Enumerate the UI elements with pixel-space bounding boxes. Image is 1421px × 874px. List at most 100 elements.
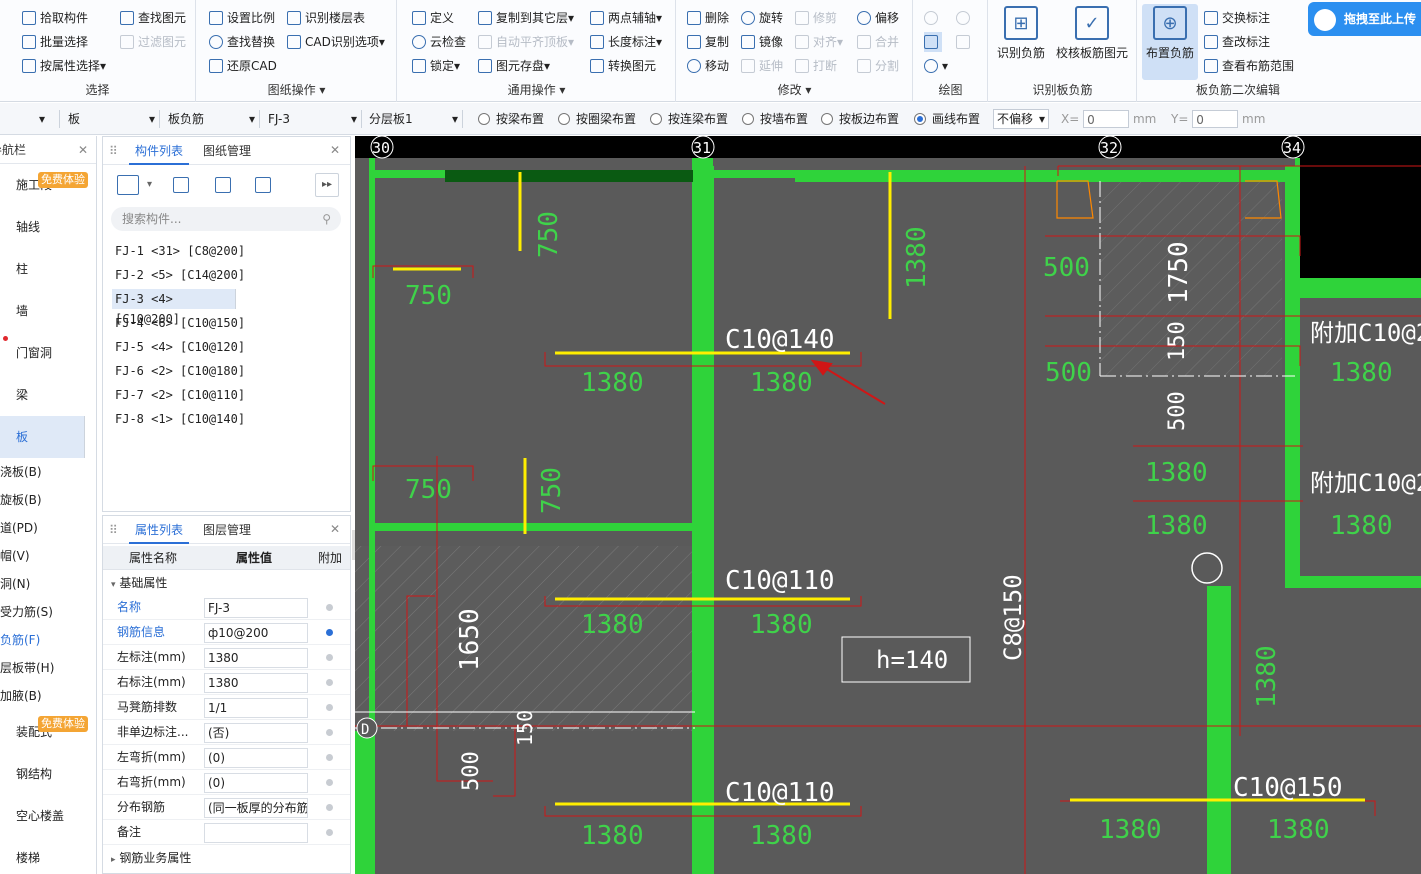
find-element-button[interactable]: 查找图元 [120, 8, 186, 28]
nav-item-wall[interactable]: 墙 [0, 300, 85, 322]
property-extra-dot[interactable] [326, 779, 333, 786]
set-scale-button[interactable]: 设置比例 [209, 8, 275, 28]
property-value-input[interactable]: ф10@200 [204, 623, 308, 643]
drag-handle-icon[interactable]: ⠿ [109, 523, 118, 537]
component-list-item[interactable]: FJ-7 <2> [C10@110] [115, 385, 315, 405]
mirror-button[interactable]: 镜像 [741, 32, 783, 52]
nav-sub-main-rebar[interactable]: 受力筋(S) [0, 601, 53, 623]
component-search-input[interactable]: 搜索构件... ⚲ [111, 207, 341, 231]
radio-by-ring-beam[interactable]: 按圈梁布置 [558, 110, 636, 128]
recognize-floors-button[interactable]: 识别楼层表 [287, 8, 365, 28]
break-button[interactable]: 打断 [795, 56, 837, 76]
rotate-button[interactable]: 旋转 [741, 8, 783, 28]
filter-element-button[interactable]: 过滤图元 [120, 32, 186, 52]
restore-cad-button[interactable]: 还原CAD [209, 56, 277, 76]
circle-draw-button[interactable] [956, 8, 974, 28]
layer-select[interactable]: 分层板1 ▾ [369, 110, 463, 128]
category-select[interactable]: 板 ▾ [68, 110, 160, 128]
close-icon[interactable]: ✕ [330, 522, 340, 536]
pick-component-button[interactable]: 拾取构件 [22, 8, 88, 28]
length-mark-button[interactable]: 长度标注 ▾ [590, 32, 662, 52]
basic-props-section[interactable]: ▾ 基础属性 [111, 572, 167, 594]
rect-draw-button[interactable] [956, 32, 974, 52]
component-select[interactable]: FJ-3 ▾ [268, 110, 362, 128]
rebar-business-section[interactable]: ▸ 钢筋业务属性 [111, 847, 191, 869]
close-icon[interactable]: ✕ [78, 136, 88, 164]
close-icon[interactable]: ✕ [330, 143, 340, 157]
tab-property-list[interactable]: 属性列表 [129, 516, 190, 544]
check-change-mark-button[interactable]: 查改标注 [1204, 32, 1270, 52]
property-extra-dot[interactable] [326, 654, 333, 661]
nav-sub-cast-slab[interactable]: 浇板(B) [0, 461, 42, 483]
convert-element-button[interactable]: 转换图元 [590, 56, 656, 76]
line-draw-button[interactable] [924, 32, 942, 52]
property-extra-dot[interactable] [326, 629, 333, 636]
component-list-item[interactable]: FJ-5 <4> [C10@120] [115, 337, 315, 357]
swap-mark-button[interactable]: 交换标注 [1204, 8, 1270, 28]
y-coord-field[interactable]: Y= 0 mm [1171, 110, 1265, 128]
nav-item-door-window[interactable]: 门窗洞 [0, 342, 85, 364]
property-extra-dot[interactable] [326, 804, 333, 811]
check-slab-rebar-button[interactable]: ✓ 校核板筋图元 [1051, 4, 1133, 61]
component-list-item[interactable]: FJ-4 <6> [C10@150] [115, 313, 315, 333]
property-value-input[interactable]: (0) [204, 773, 308, 793]
nav-item-steel[interactable]: 钢结构 [0, 763, 85, 785]
x-input[interactable]: 0 [1083, 110, 1130, 128]
view-range-button[interactable]: 查看布筋范围 [1204, 56, 1294, 76]
nav-item-column[interactable]: 柱 [0, 258, 85, 280]
type-select[interactable]: 板负筋 ▾ [168, 110, 260, 128]
delete-button[interactable]: 删除 [687, 8, 729, 28]
place-rebar-button[interactable]: ⊕ 布置负筋 [1142, 4, 1198, 80]
property-value-input[interactable]: (0) [204, 748, 308, 768]
nav-sub-post-pour[interactable]: 道(PD) [0, 517, 38, 539]
copy-component-icon[interactable] [173, 177, 189, 193]
nav-sub-neg-rebar[interactable]: 负筋(F) [0, 629, 40, 651]
split-button[interactable]: 分割 [857, 56, 899, 76]
tab-drawing-manage[interactable]: 图纸管理 [197, 137, 257, 165]
find-replace-button[interactable]: 查找替换 [209, 32, 275, 52]
offset-select[interactable]: 不偏移 ▾ [993, 109, 1049, 129]
radio-by-slab-edge[interactable]: 按板边布置 [821, 110, 899, 128]
property-extra-dot[interactable] [326, 704, 333, 711]
radio-by-wall[interactable]: 按墙布置 [742, 110, 808, 128]
nav-item-slab[interactable]: 板 [0, 416, 85, 458]
nav-sub-slab-band[interactable]: 层板带(H) [0, 657, 54, 679]
nav-item-hollow-floor[interactable]: 空心楼盖 [0, 805, 85, 827]
upload-drop-button[interactable]: 拖拽至此上传 [1308, 2, 1421, 36]
nav-dropdown[interactable]: ▾ [0, 110, 60, 128]
offset-button[interactable]: 偏移 [857, 8, 899, 28]
auto-flat-button[interactable]: 自动平齐顶板 ▾ [478, 32, 574, 52]
move-button[interactable]: 移动 [687, 56, 729, 76]
copy-button[interactable]: 复制 [687, 32, 729, 52]
component-list-item[interactable]: FJ-2 <5> [C14@200] [115, 265, 315, 285]
component-list-item[interactable]: FJ-6 <2> [C10@180] [115, 361, 315, 381]
tab-component-list[interactable]: 构件列表 [129, 137, 190, 165]
property-value-input[interactable]: 1380 [204, 673, 308, 693]
property-value-input[interactable]: FJ-3 [204, 598, 308, 618]
property-value-input[interactable]: 1380 [204, 648, 308, 668]
component-list-item[interactable]: FJ-1 <31> [C8@200] [115, 241, 315, 261]
radio-by-line[interactable]: 画线布置 [914, 110, 980, 128]
trim-button[interactable]: 修剪 [795, 8, 837, 28]
component-list-item[interactable]: FJ-3 <4> [C10@200] [112, 289, 236, 326]
tab-layer-manage[interactable]: 图层管理 [197, 516, 257, 544]
recognize-rebar-button[interactable]: ⊞ 识别负筋 [993, 4, 1049, 61]
drag-handle-icon[interactable]: ⠿ [109, 144, 118, 158]
save-element-button[interactable]: 图元存盘 ▾ [478, 56, 550, 76]
radio-by-link-beam[interactable]: 按连梁布置 [650, 110, 728, 128]
define-button[interactable]: 定义 [412, 8, 454, 28]
nav-sub-haunch[interactable]: 加腋(B) [0, 685, 42, 707]
property-value-input[interactable]: 1/1 [204, 698, 308, 718]
x-coord-field[interactable]: X= 0 mm [1061, 110, 1156, 128]
delete-component-icon[interactable] [215, 177, 231, 193]
component-list-item[interactable]: FJ-8 <1> [C10@140] [115, 409, 315, 429]
extend-button[interactable]: 延伸 [741, 56, 783, 76]
cad-drawing[interactable]: 30 31 32 34 D 750 750 1380 1380 1380 138… [355, 136, 1421, 874]
property-extra-dot[interactable] [326, 829, 333, 836]
cloud-check-button[interactable]: 云检查 [412, 32, 466, 52]
align-button[interactable]: 对齐 ▾ [795, 32, 843, 52]
property-value-input[interactable] [204, 823, 308, 843]
expand-panel-icon[interactable]: ▸▸ [315, 173, 339, 197]
nav-item-stairs[interactable]: 楼梯 [0, 847, 85, 869]
cad-options-button[interactable]: CAD识别选项 ▾ [287, 32, 385, 52]
